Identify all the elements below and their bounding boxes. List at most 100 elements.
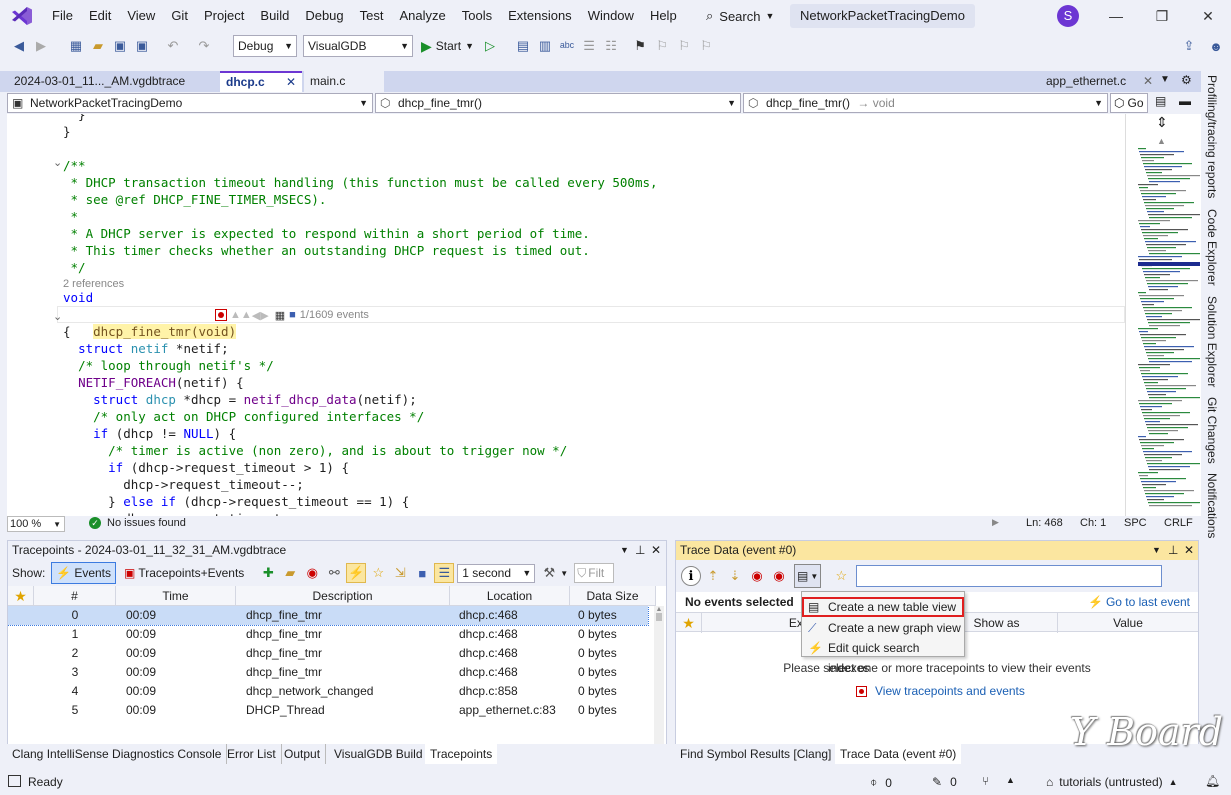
table-row[interactable]: 2 00:09 dhcp_fine_tmr dhcp.c:468 0 bytes	[8, 644, 648, 663]
close-icon[interactable]: ✕	[1184, 541, 1194, 560]
scroll-up-icon[interactable]: ▲	[1157, 136, 1166, 146]
chevron-down-icon[interactable]: ▼	[620, 541, 629, 560]
indent-icon[interactable]: ☰	[579, 36, 599, 56]
go-to-last-event-link[interactable]: ⚡ Go to last event	[1088, 595, 1190, 609]
table-row[interactable]: 1 00:09 dhcp_fine_tmr dhcp.c:468 0 bytes	[8, 625, 648, 644]
start-button[interactable]: ▶ Start ▼	[421, 38, 474, 55]
tab-clang-console[interactable]: Clang IntelliSense Diagnostics Console	[7, 744, 228, 764]
arrow-up-icon[interactable]: ▲	[230, 309, 241, 321]
stop-icon[interactable]: ■	[412, 563, 432, 583]
add-icon[interactable]: ✚	[258, 563, 278, 583]
pin-icon[interactable]: ⊥	[635, 541, 645, 560]
table-icon[interactable]: ▦	[275, 309, 285, 322]
start-without-debug-icon[interactable]: ▷	[480, 36, 500, 56]
star-column-icon[interactable]: ★	[676, 613, 702, 633]
tab-error-list[interactable]: Error List	[222, 744, 282, 764]
menu-file[interactable]: File	[44, 0, 81, 32]
menu-edit[interactable]: Edit	[81, 0, 119, 32]
interval-select[interactable]: 1 second ▼	[457, 563, 536, 583]
zoom-select[interactable]: 100 % ▼	[7, 516, 65, 532]
spellcheck-icon[interactable]: ᵃᵇᶜ	[557, 36, 577, 56]
back-icon[interactable]: ◀	[9, 36, 29, 56]
arrow-down-icon[interactable]: ▲	[241, 309, 252, 321]
tab-profiling-reports[interactable]: Profiling/tracing reports	[1205, 75, 1219, 198]
table-row[interactable]: 0 00:09 dhcp_fine_tmr dhcp.c:468 0 bytes	[8, 606, 649, 626]
menu-item-create-table-view[interactable]: ▤ Create a new table view	[802, 597, 964, 617]
tab-find-symbol-results[interactable]: Find Symbol Results [Clang]	[675, 744, 838, 764]
bookmark-prev-icon[interactable]: ⚐	[652, 36, 672, 56]
next-event-icon[interactable]: ⇣	[725, 566, 745, 586]
menu-item-edit-quick-search[interactable]: ⚡ Edit quick search indexes	[802, 638, 964, 675]
bookmark-next-icon[interactable]: ⚐	[674, 36, 694, 56]
split-icon[interactable]: ⇕	[1156, 114, 1168, 131]
vs-logo-icon[interactable]	[0, 5, 44, 27]
close-icon[interactable]: ✕	[286, 73, 296, 92]
auto-scroll-icon[interactable]: ⚡	[346, 563, 367, 583]
scope-select[interactable]: ⬡ dhcp_fine_tmr() ▼	[375, 93, 741, 113]
list-icon[interactable]: ☰	[434, 563, 455, 583]
chevron-down-icon[interactable]: ▼	[1152, 541, 1161, 560]
events-toggle[interactable]: ⚡ Events	[51, 562, 116, 584]
save-all-icon[interactable]: ▣	[132, 36, 152, 56]
issues-indicator[interactable]: ✓ No issues found	[89, 517, 186, 529]
repository-indicator[interactable]: ⌂ tutorials (untrusted) ▲	[1046, 775, 1178, 789]
whitespace-indicator[interactable]: SPC	[1124, 517, 1147, 529]
menu-window[interactable]: Window	[580, 0, 642, 32]
bookmark-clear-icon[interactable]: ⚐	[696, 36, 716, 56]
minimize-icon[interactable]: —	[1093, 0, 1139, 32]
info-icon[interactable]: ℹ	[681, 566, 701, 586]
tab-visualgdb-build[interactable]: VisualGDB Build	[329, 744, 429, 764]
line-indicator[interactable]: Ln: 468	[1026, 517, 1063, 529]
solution-explorer-icon[interactable]: ▤	[513, 36, 533, 56]
forward-icon[interactable]: ▶	[31, 36, 51, 56]
fold-chevron-icon[interactable]: ⌄	[53, 310, 62, 323]
menu-extensions[interactable]: Extensions	[500, 0, 580, 32]
fold-chevron-icon[interactable]: ⌄	[53, 156, 62, 169]
column-time[interactable]: Time	[116, 586, 236, 606]
event-icon[interactable]: ■	[289, 309, 296, 321]
star-icon[interactable]: ☆	[831, 566, 851, 586]
changes-indicator[interactable]: ✎ 0	[932, 775, 957, 789]
menu-project[interactable]: Project	[196, 0, 252, 32]
menu-build[interactable]: Build	[252, 0, 297, 32]
open-folder-icon[interactable]: ▰	[88, 36, 108, 56]
go-button[interactable]: ⬡ Go	[1110, 93, 1148, 113]
table-row[interactable]: 5 00:09 DHCP_Thread app_ethernet.c:83 0 byte…	[8, 701, 648, 720]
column-description[interactable]: Description	[236, 586, 450, 606]
tracepoint-icon[interactable]	[215, 309, 227, 321]
share-icon[interactable]: ⇪	[1179, 36, 1199, 56]
member-select[interactable]: ⬡ dhcp_fine_tmr() → void ▼	[743, 93, 1108, 113]
scroll-up-icon[interactable]: ▲	[654, 606, 664, 613]
toggle-icon[interactable]: ▬	[1179, 94, 1191, 108]
table-row[interactable]: 3 00:09 dhcp_fine_tmr dhcp.c:468 0 bytes	[8, 663, 648, 682]
commits-indicator[interactable]: ⌽ 0	[870, 775, 892, 790]
undo-icon[interactable]: ↶	[163, 36, 183, 56]
tab-git-changes[interactable]: Git Changes	[1205, 397, 1219, 464]
vertical-scrollbar[interactable]: ▲	[654, 606, 664, 744]
menu-analyze[interactable]: Analyze	[391, 0, 453, 32]
record-icon[interactable]: ◉	[302, 563, 322, 583]
table-row[interactable]: 4 00:09 dhcp_network_changed dhcp.c:858 0 by…	[8, 682, 648, 701]
feedback-icon[interactable]: ☻	[1206, 36, 1226, 56]
column-location[interactable]: Location	[450, 586, 570, 606]
menu-tools[interactable]: Tools	[454, 0, 500, 32]
record-next-icon[interactable]: ◉	[769, 566, 789, 586]
menu-git[interactable]: Git	[163, 0, 196, 32]
menu-help[interactable]: Help	[642, 0, 685, 32]
window-layout-icon[interactable]: ▥	[535, 36, 555, 56]
close-icon[interactable]: ✕	[1185, 0, 1231, 32]
gear-icon[interactable]: ⚙	[1181, 73, 1192, 87]
tab-app-ethernet-c[interactable]: app_ethernet.c	[1040, 71, 1140, 92]
document-icon[interactable]: ▤	[1155, 94, 1166, 108]
column-indicator[interactable]: Ch: 1	[1080, 517, 1106, 529]
column-data-size[interactable]: Data Size	[570, 586, 656, 606]
comment-icon[interactable]: ☷	[601, 36, 621, 56]
view-tracepoints-link[interactable]: View tracepoints and events	[856, 684, 1025, 698]
code-editor[interactable]: }} /** * DHCP transaction timeout handlin…	[7, 114, 1125, 516]
star-icon[interactable]: ☆	[368, 563, 388, 583]
column-value[interactable]: Value	[1058, 613, 1198, 633]
record-prev-icon[interactable]: ◉	[747, 566, 767, 586]
configuration-select[interactable]: Debug ▼	[233, 35, 297, 57]
project-select[interactable]: ▣ NetworkPacketTracingDemo ▼	[7, 93, 373, 113]
avatar[interactable]: S	[1057, 5, 1079, 27]
